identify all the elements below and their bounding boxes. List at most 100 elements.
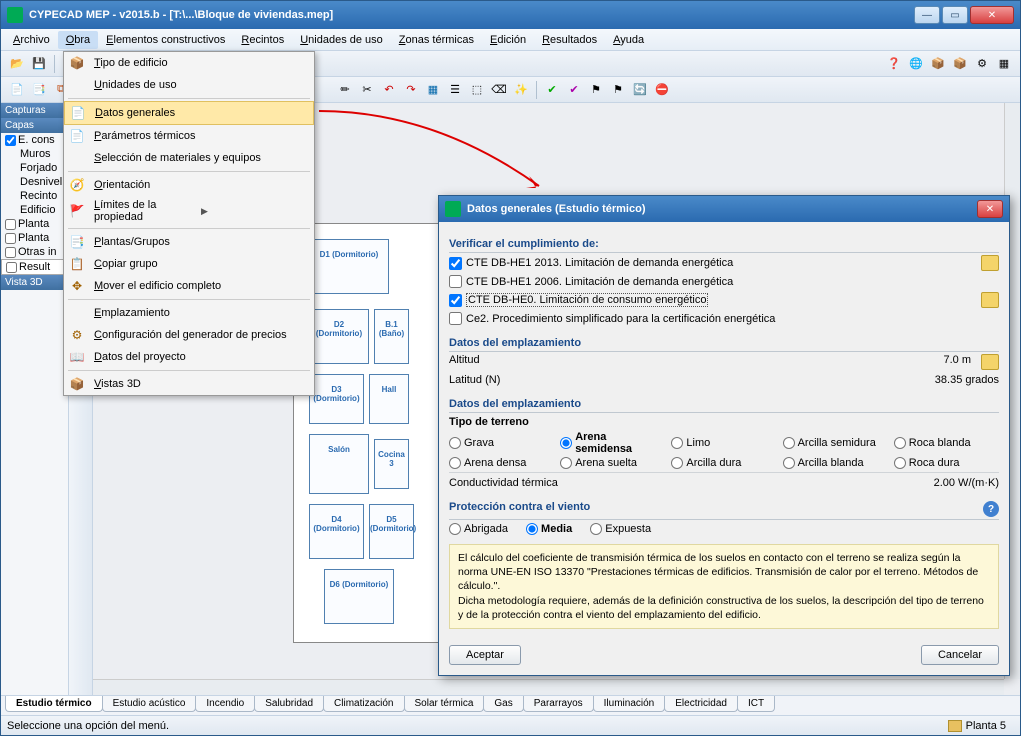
cut-icon[interactable]: ✂ <box>357 80 377 100</box>
layer-recinto[interactable]: Recinto <box>1 189 68 203</box>
menu-item-límites-de-la-propiedad[interactable]: 🚩Límites de la propiedad▶ <box>64 196 314 226</box>
layer-forjado[interactable]: Forjado <box>1 161 68 175</box>
compliance-option[interactable]: Ce2. Procedimiento simplificado para la … <box>449 310 999 327</box>
terreno-radio[interactable]: Roca blanda <box>894 431 999 455</box>
capturas-header[interactable]: Capturas <box>1 103 68 118</box>
layer-checkbox[interactable] <box>5 233 16 244</box>
room[interactable]: D4 (Dormitorio) <box>309 504 364 559</box>
layer-planta[interactable]: Planta <box>1 217 68 231</box>
help-icon[interactable]: ❓ <box>884 54 904 74</box>
tab-electricidad[interactable]: Electricidad <box>664 696 738 712</box>
stack-icon[interactable]: 📑 <box>29 80 49 100</box>
layers-icon[interactable]: ☰ <box>445 80 465 100</box>
room[interactable]: D6 (Dormitorio) <box>324 569 394 624</box>
room[interactable]: Salón <box>309 434 369 494</box>
menu-item-unidades-de-uso[interactable]: Unidades de uso <box>64 74 314 96</box>
stop-icon[interactable]: ⛔ <box>652 80 672 100</box>
layer-otras-in[interactable]: Otras in <box>1 245 68 259</box>
tab-gas[interactable]: Gas <box>483 696 523 712</box>
globe-icon[interactable]: 🌐 <box>906 54 926 74</box>
terreno-radio[interactable]: Arcilla semidura <box>783 431 888 455</box>
layer-checkbox[interactable] <box>5 247 16 258</box>
pencil-icon[interactable]: ✏ <box>335 80 355 100</box>
menu-item-vistas-3d[interactable]: 📦Vistas 3D <box>64 373 314 395</box>
flag2-icon[interactable]: ⚑ <box>608 80 628 100</box>
layer-checkbox[interactable] <box>5 135 16 146</box>
menu-item-mover-el-edificio-completo[interactable]: ✥Mover el edificio completo <box>64 275 314 297</box>
terreno-radio[interactable]: Grava <box>449 431 554 455</box>
flag1-icon[interactable]: ⚑ <box>586 80 606 100</box>
horizontal-scrollbar[interactable] <box>93 679 1004 695</box>
menu-obra[interactable]: Obra <box>58 31 98 49</box>
menu-item-datos-del-proyecto[interactable]: 📖Datos del proyecto <box>64 346 314 368</box>
menu-item-selección-de-materiales-y-equipos[interactable]: Selección de materiales y equipos <box>64 147 314 169</box>
terreno-radio-input[interactable] <box>783 457 795 469</box>
minimize-button[interactable]: — <box>914 6 940 24</box>
room[interactable]: Cocina 3 <box>374 439 409 489</box>
layer-planta[interactable]: Planta <box>1 231 68 245</box>
cube1-icon[interactable]: 📦 <box>928 54 948 74</box>
config-icon[interactable]: ⚙ <box>972 54 992 74</box>
menu-item-tipo-de-edificio[interactable]: 📦Tipo de edificio <box>64 52 314 74</box>
tab-salubridad[interactable]: Salubridad <box>254 696 324 712</box>
select-icon[interactable]: ⬚ <box>467 80 487 100</box>
vista3d-header[interactable]: Vista 3D <box>1 275 68 290</box>
undo-icon[interactable]: ↶ <box>379 80 399 100</box>
terreno-radio[interactable]: Limo <box>671 431 776 455</box>
capas-header[interactable]: Capas <box>1 118 68 133</box>
terreno-radio[interactable]: Arena semidensa <box>560 431 665 455</box>
open-icon[interactable]: 📂 <box>7 54 27 74</box>
tab-estudio-térmico[interactable]: Estudio térmico <box>5 696 103 712</box>
check2-icon[interactable]: ✔ <box>564 80 584 100</box>
room[interactable]: D5 (Dormitorio) <box>369 504 414 559</box>
terreno-radio-input[interactable] <box>894 457 906 469</box>
cube2-icon[interactable]: 📦 <box>950 54 970 74</box>
menu-resultados[interactable]: Resultados <box>534 31 605 49</box>
terreno-radio[interactable]: Arena densa <box>449 457 554 469</box>
tab-solar-térmica[interactable]: Solar térmica <box>404 696 485 712</box>
terreno-radio[interactable]: Arcilla blanda <box>783 457 888 469</box>
terreno-radio[interactable]: Arena suelta <box>560 457 665 469</box>
tab-iluminación[interactable]: Iluminación <box>593 696 666 712</box>
eraser-icon[interactable]: ⌫ <box>489 80 509 100</box>
menu-item-emplazamiento[interactable]: Emplazamiento <box>64 302 314 324</box>
menu-item-datos-generales[interactable]: 📄Datos generales <box>64 101 314 125</box>
refresh-icon[interactable]: 🔄 <box>630 80 650 100</box>
tab-climatización[interactable]: Climatización <box>323 696 404 712</box>
compliance-checkbox[interactable] <box>449 312 462 325</box>
menu-item-copiar-grupo[interactable]: 📋Copiar grupo <box>64 253 314 275</box>
menu-recintos[interactable]: Recintos <box>233 31 292 49</box>
terreno-radio[interactable]: Arcilla dura <box>671 457 776 469</box>
menu-edición[interactable]: Edición <box>482 31 534 49</box>
menu-zonas-térmicas[interactable]: Zonas térmicas <box>391 31 482 49</box>
terreno-radio-input[interactable] <box>560 437 572 449</box>
layer-e-cons[interactable]: E. cons <box>1 133 68 147</box>
viento-radio-input[interactable] <box>449 523 461 535</box>
terreno-radio-input[interactable] <box>560 457 572 469</box>
layer-checkbox[interactable] <box>5 219 16 230</box>
menu-item-parámetros-térmicos[interactable]: 📄Parámetros térmicos <box>64 125 314 147</box>
menu-item-orientación[interactable]: 🧭Orientación <box>64 174 314 196</box>
tab-incendio[interactable]: Incendio <box>195 696 255 712</box>
viento-radio[interactable]: Media <box>526 523 572 535</box>
wand-icon[interactable]: ✨ <box>511 80 531 100</box>
tab-estudio-acústico[interactable]: Estudio acústico <box>102 696 197 712</box>
maximize-button[interactable]: ▭ <box>942 6 968 24</box>
menu-unidades-de-uso[interactable]: Unidades de uso <box>292 31 391 49</box>
terreno-radio-input[interactable] <box>671 437 683 449</box>
viento-radio-input[interactable] <box>526 523 538 535</box>
layer-result[interactable]: Result <box>1 259 68 275</box>
accept-button[interactable]: Aceptar <box>449 645 521 665</box>
compliance-checkbox[interactable] <box>449 275 462 288</box>
status-floor[interactable]: Planta 5 <box>940 720 1014 732</box>
room[interactable]: D2 (Dormitorio) <box>309 309 369 364</box>
compliance-checkbox[interactable] <box>449 257 462 270</box>
folder-button[interactable] <box>981 255 999 271</box>
check-icon[interactable]: ✔ <box>542 80 562 100</box>
layer-edificio[interactable]: Edificio <box>1 203 68 217</box>
viento-help-button[interactable]: ? <box>983 501 999 517</box>
terreno-radio-input[interactable] <box>671 457 683 469</box>
viento-radio-input[interactable] <box>590 523 602 535</box>
terreno-radio-input[interactable] <box>449 457 461 469</box>
room[interactable]: D1 (Dormitorio) <box>309 239 389 294</box>
